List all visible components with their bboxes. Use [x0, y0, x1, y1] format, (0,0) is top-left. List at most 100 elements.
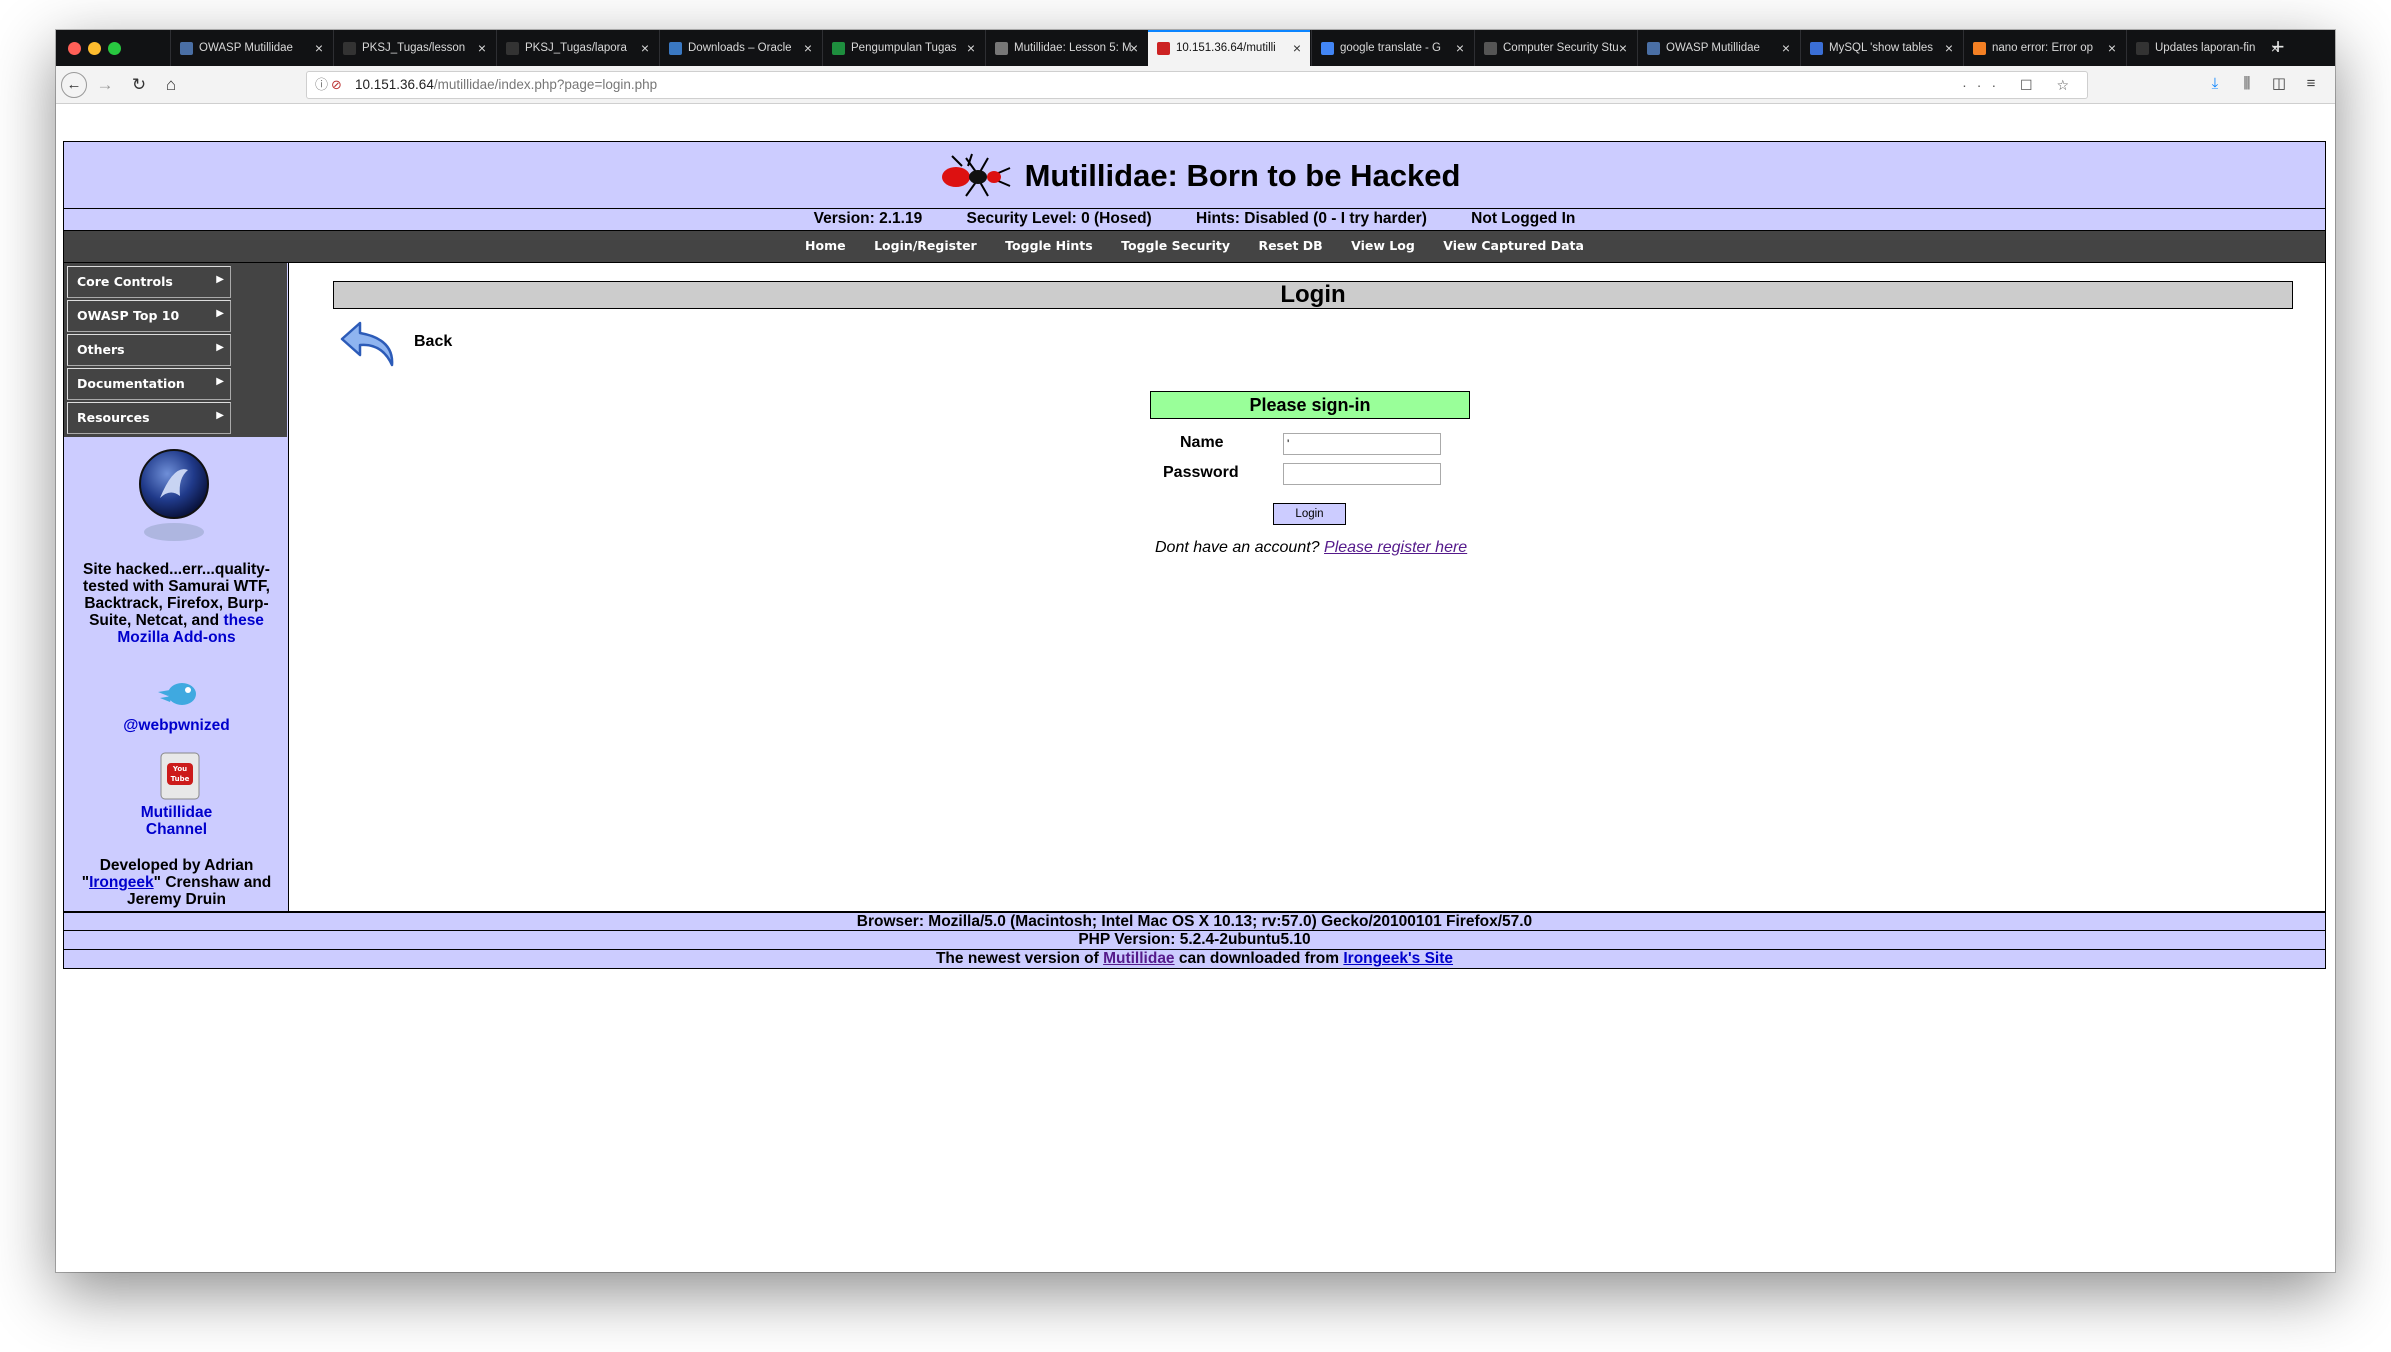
login-status-text: Not Logged In — [1471, 210, 1576, 227]
mutillidae-page: Mutillidae: Born to be Hacked Version: 2… — [63, 141, 2326, 969]
menu-reset-db[interactable]: Reset DB — [1258, 238, 1322, 253]
channel-line-1[interactable]: Mutillidae — [141, 804, 212, 821]
top-menu: Home Login/Register Toggle Hints Toggle … — [63, 231, 2326, 263]
sidebar-icon[interactable]: ◫ — [2263, 74, 2295, 92]
tab-strip: OWASP Mutillidae × PKSJ_Tugas/lesson × PKSJ_… — [56, 30, 2335, 66]
browser-tab[interactable]: MySQL 'show tables × — [1800, 30, 1962, 66]
close-window-button[interactable] — [68, 42, 81, 55]
menu-icon[interactable]: ≡ — [2295, 75, 2327, 92]
tab-favicon-icon — [669, 42, 682, 55]
menu-toggle-security[interactable]: Toggle Security — [1121, 238, 1230, 253]
tab-close-icon[interactable]: × — [1293, 30, 1301, 66]
caret-right-icon: ▶ — [216, 376, 224, 387]
browser-tab[interactable]: Computer Security Stu × — [1474, 30, 1636, 66]
tab-favicon-icon — [995, 42, 1008, 55]
zoom-window-button[interactable] — [108, 42, 121, 55]
register-prompt: Dont have an account? — [1155, 539, 1325, 556]
sidebar-item-owasp-top-10[interactable]: OWASP Top 10 ▶ — [67, 300, 231, 332]
newest-text: The newest version of — [935, 950, 1104, 967]
tab-close-icon[interactable]: × — [1782, 30, 1790, 66]
menu-view-log[interactable]: View Log — [1351, 238, 1415, 253]
sidebar-item-others[interactable]: Others ▶ — [67, 334, 231, 366]
youtube-channel-link[interactable]: Mutillidae Channel — [74, 804, 279, 838]
tab-favicon-icon — [1973, 42, 1986, 55]
footer-browser: Browser: Mozilla/5.0 (Macintosh; Intel M… — [63, 912, 2326, 931]
browser-info: Browser: Mozilla/5.0 (Macintosh; Intel M… — [856, 913, 1533, 930]
browser-tab[interactable]: PKSJ_Tugas/lapora × — [496, 30, 658, 66]
url-path: /mutillidae/index.php?page=login.php — [433, 77, 658, 92]
minimize-window-button[interactable] — [88, 42, 101, 55]
back-arrow-icon[interactable] — [338, 315, 400, 373]
forward-button[interactable]: → — [92, 72, 118, 98]
tab-label: Pengumpulan Tugas — [851, 42, 957, 54]
browser-tab[interactable]: google translate - G × — [1311, 30, 1473, 66]
browser-tab[interactable]: OWASP Mutillidae × — [170, 30, 332, 66]
youtube-icon[interactable]: You Tube — [159, 751, 201, 801]
status-bar: Version: 2.1.19 Security Level: 0 (Hosed… — [63, 209, 2326, 231]
twitter-handle-link[interactable]: @webpwnized — [74, 717, 279, 734]
mutillidae-download-link[interactable]: Mutillidae — [1103, 950, 1174, 967]
login-button[interactable]: Login — [1273, 503, 1346, 525]
browser-tab[interactable]: nano error: Error op × — [1963, 30, 2125, 66]
owasp-logo-icon[interactable] — [134, 448, 214, 548]
sidebar-item-core-controls[interactable]: Core Controls ▶ — [67, 266, 231, 298]
tab-favicon-icon — [1157, 42, 1170, 55]
new-tab-button[interactable]: + — [2263, 30, 2293, 66]
password-input[interactable] — [1283, 463, 1441, 485]
browser-tab[interactable]: Downloads – Oracle × — [659, 30, 821, 66]
sidebar-menu: Core Controls ▶ OWASP Top 10 ▶ Others ▶ Doc… — [64, 263, 287, 437]
irongeek-link[interactable]: Irongeek — [89, 874, 154, 891]
back-link[interactable]: Back — [414, 333, 452, 351]
download-icon[interactable]: ⤓ — [2199, 75, 2231, 92]
sidebar-item-label: Core Controls — [77, 274, 173, 289]
tab-label: google translate - G — [1340, 42, 1442, 54]
back-button[interactable]: ← — [61, 72, 87, 98]
library-icon[interactable]: ⫼ — [2231, 75, 2263, 92]
tab-label: MySQL 'show tables — [1829, 42, 1934, 54]
tab-label: OWASP Mutillidae — [1666, 42, 1760, 54]
info-icon[interactable]: ⓘ — [315, 72, 328, 98]
caret-right-icon: ▶ — [216, 308, 224, 319]
tab-close-icon[interactable]: × — [1945, 30, 1953, 66]
tab-close-icon[interactable]: × — [315, 30, 323, 66]
tab-favicon-icon — [343, 42, 356, 55]
name-input[interactable] — [1283, 433, 1441, 455]
browser-tab[interactable]: PKSJ_Tugas/lesson × — [333, 30, 495, 66]
sidebar-item-label: Others — [77, 342, 125, 357]
menu-toggle-hints[interactable]: Toggle Hints — [1005, 238, 1093, 253]
channel-line-2[interactable]: Channel — [146, 821, 207, 838]
tab-label: Downloads – Oracle — [688, 42, 792, 54]
twitter-bird-icon[interactable] — [156, 678, 200, 712]
sidebar-item-resources[interactable]: Resources ▶ — [67, 402, 231, 434]
url-bar[interactable]: ⓘ ⊘ 10.151.36.64/mutillidae/index.php?pa… — [306, 71, 2088, 99]
tab-close-icon[interactable]: × — [641, 30, 649, 66]
tab-close-icon[interactable]: × — [1619, 30, 1627, 66]
tab-close-icon[interactable]: × — [1456, 30, 1464, 66]
home-button[interactable]: ⌂ — [158, 72, 184, 98]
login-content: Login Back Please sign-in Name Password … — [290, 263, 2325, 911]
insecure-lock-icon[interactable]: ⊘ — [331, 72, 342, 98]
browser-tab[interactable]: Pengumpulan Tugas × — [822, 30, 984, 66]
reload-button[interactable]: ↻ — [126, 72, 152, 98]
tab-close-icon[interactable]: × — [2108, 30, 2116, 66]
browser-tab[interactable]: 10.151.36.64/mutilli × — [1148, 30, 1310, 66]
sidebar-item-documentation[interactable]: Documentation ▶ — [67, 368, 231, 400]
browser-window: OWASP Mutillidae × PKSJ_Tugas/lesson × PKSJ_… — [56, 30, 2335, 1272]
twitter-handle-text[interactable]: @webpwnized — [123, 717, 229, 734]
menu-home[interactable]: Home — [805, 238, 846, 253]
name-label: Name — [1180, 434, 1224, 451]
browser-tab[interactable]: OWASP Mutillidae × — [1637, 30, 1799, 66]
tab-close-icon[interactable]: × — [967, 30, 975, 66]
menu-login-register[interactable]: Login/Register — [874, 238, 977, 253]
tab-close-icon[interactable]: × — [1130, 30, 1138, 66]
sidebar: Core Controls ▶ OWASP Top 10 ▶ Others ▶ Doc… — [64, 263, 289, 911]
tab-favicon-icon — [832, 42, 845, 55]
tab-close-icon[interactable]: × — [478, 30, 486, 66]
menu-view-captured-data[interactable]: View Captured Data — [1443, 238, 1584, 253]
register-link[interactable]: Please register here — [1324, 539, 1467, 556]
tab-favicon-icon — [1810, 42, 1823, 55]
browser-tab[interactable]: Mutillidae: Lesson 5: M × — [985, 30, 1147, 66]
tab-close-icon[interactable]: × — [804, 30, 812, 66]
irongeek-site-link[interactable]: Irongeek's Site — [1343, 950, 1453, 967]
page-actions-icons[interactable]: ··· ☐ ☆ — [1962, 72, 2079, 98]
